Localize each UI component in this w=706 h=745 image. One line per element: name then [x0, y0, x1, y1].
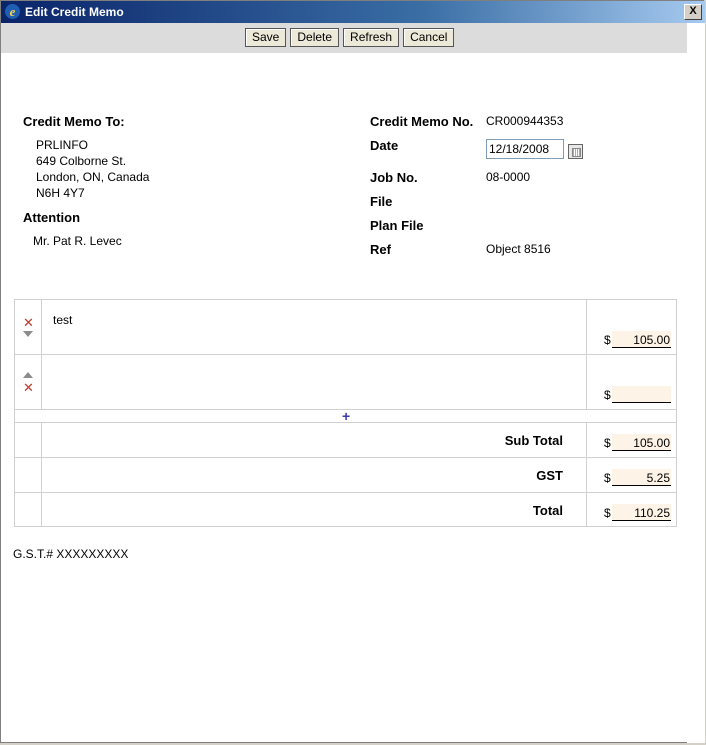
- delete-x-icon[interactable]: ✕: [23, 381, 34, 394]
- credit-memo-to-heading: Credit Memo To:: [23, 114, 125, 129]
- grid-divider: [15, 354, 676, 355]
- delete-button[interactable]: Delete: [290, 28, 340, 47]
- toolbar: Save Delete Refresh Cancel: [1, 23, 687, 53]
- arrow-up-icon[interactable]: [23, 372, 33, 378]
- grid-divider: [41, 422, 42, 526]
- line-items-grid: ✕ test $ ✕ $ + Sub Total $ GST $ Total $: [14, 299, 677, 527]
- job-no-value: 08-0000: [486, 170, 531, 184]
- save-button[interactable]: Save: [245, 28, 287, 47]
- subtotal-label: Sub Total: [504, 433, 563, 448]
- ie-icon: e: [5, 4, 20, 19]
- calendar-icon[interactable]: [568, 144, 583, 159]
- gst-label: GST: [536, 468, 563, 483]
- date-label: Date: [370, 138, 399, 153]
- memo-no-label: Credit Memo No.: [370, 114, 474, 129]
- close-button[interactable]: X: [684, 4, 702, 20]
- grid-divider: [15, 492, 676, 493]
- grid-divider: [15, 457, 676, 458]
- grid-divider: [41, 300, 42, 410]
- billto-line-3: London, ON, Canada: [36, 170, 150, 184]
- title-bar: e Edit Credit Memo X: [1, 1, 705, 23]
- total-value: [612, 504, 671, 521]
- item-currency: $: [604, 388, 611, 402]
- billto-line-1: PRLINFO: [36, 138, 89, 152]
- total-currency: $: [604, 506, 611, 520]
- window-title: Edit Credit Memo: [25, 5, 124, 19]
- ref-value: Object 8516: [486, 242, 551, 256]
- date-input[interactable]: [486, 139, 564, 159]
- arrow-down-icon[interactable]: [23, 331, 33, 337]
- item-amount-input[interactable]: [612, 386, 671, 403]
- cancel-button[interactable]: Cancel: [403, 28, 455, 47]
- delete-x-icon[interactable]: ✕: [23, 316, 34, 329]
- plan-file-label: Plan File: [370, 218, 424, 233]
- gst-number: G.S.T.# XXXXXXXXX: [13, 547, 129, 561]
- item-amount-input[interactable]: [612, 331, 671, 348]
- job-no-label: Job No.: [370, 170, 418, 185]
- grid-divider: [586, 300, 587, 410]
- edit-credit-memo-window: e Edit Credit Memo X Save Delete Refresh…: [0, 0, 705, 743]
- billto-line-4: N6H 4Y7: [36, 186, 85, 200]
- item-description[interactable]: test: [53, 313, 72, 327]
- gst-currency: $: [604, 471, 611, 485]
- subtotal-currency: $: [604, 436, 611, 450]
- file-label: File: [370, 194, 393, 209]
- item-currency: $: [604, 333, 611, 347]
- ref-label: Ref: [370, 242, 391, 257]
- plus-icon[interactable]: +: [342, 409, 350, 423]
- billto-line-2: 649 Colborne St.: [36, 154, 127, 168]
- refresh-button[interactable]: Refresh: [343, 28, 400, 47]
- grid-divider: [586, 422, 587, 526]
- attention-value: Mr. Pat R. Levec: [33, 234, 122, 248]
- attention-label: Attention: [23, 210, 81, 225]
- total-label: Total: [532, 503, 563, 518]
- scroll-area: [687, 23, 705, 743]
- subtotal-value: [612, 434, 671, 451]
- memo-no-value: CR000944353: [486, 114, 564, 128]
- gst-value: [612, 469, 671, 486]
